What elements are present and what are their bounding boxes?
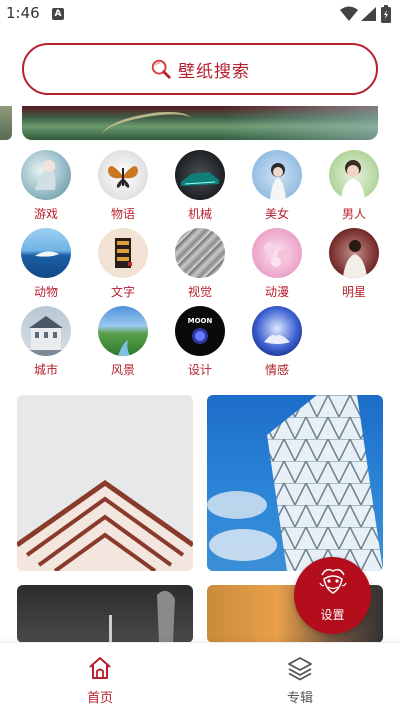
status-time: 1:46: [6, 4, 40, 22]
nav-home[interactable]: 首页: [60, 655, 140, 706]
status-bar: 1:46 A: [0, 0, 400, 28]
category-anime[interactable]: 动漫: [247, 228, 307, 300]
category-label: 游戏: [33, 207, 58, 221]
calligraphy-thumb: [98, 228, 148, 278]
banner-carousel[interactable]: [0, 106, 400, 140]
category-label: 美女: [264, 207, 289, 221]
category-scenery[interactable]: 风景: [93, 306, 153, 378]
search-label: 壁纸搜索: [178, 61, 250, 82]
category-label: 城市: [33, 363, 58, 377]
category-label: 动漫: [264, 285, 289, 299]
category-machinery[interactable]: 机械: [170, 150, 230, 222]
category-label: 机械: [187, 207, 212, 221]
landscape-thumb: [98, 306, 148, 356]
category-visual[interactable]: 视觉: [170, 228, 230, 300]
bottom-nav: 首页 专辑: [0, 642, 400, 712]
category-celebrity[interactable]: 明星: [324, 228, 384, 300]
butterfly-thumb: [98, 150, 148, 200]
category-men[interactable]: 男人: [324, 150, 384, 222]
home-icon: [89, 657, 111, 679]
wallpaper-card[interactable]: [17, 395, 193, 571]
abstract-thumb: [175, 228, 225, 278]
design-thumb-text: MOON: [188, 317, 213, 325]
category-label: 男人: [341, 207, 366, 221]
dragon-icon: [319, 568, 347, 594]
girl-umbrella-thumb: [252, 150, 302, 200]
battery-icon: [381, 5, 391, 23]
category-label: 物语: [110, 207, 135, 221]
category-label: 设计: [187, 363, 212, 377]
category-emotion[interactable]: 情感: [247, 306, 307, 378]
category-story[interactable]: 物语: [93, 150, 153, 222]
category-city[interactable]: 城市: [16, 306, 76, 378]
category-label: 风景: [110, 363, 135, 377]
category-label: 文字: [110, 285, 135, 299]
wifi-icon: [340, 6, 358, 21]
category-label: 明星: [341, 285, 366, 299]
search-button[interactable]: 壁纸搜索: [22, 43, 378, 95]
star-thumb: [329, 228, 379, 278]
wallpaper-card[interactable]: [17, 585, 193, 643]
man-thumb: [329, 150, 379, 200]
banner-image[interactable]: [22, 106, 378, 140]
category-design[interactable]: MOON 设计: [170, 306, 230, 378]
nav-albums-label: 专辑: [286, 691, 313, 706]
flower-thumb: [252, 228, 302, 278]
category-label: 情感: [264, 363, 289, 377]
settings-button[interactable]: 设置: [294, 557, 371, 634]
building-thumb: [21, 306, 71, 356]
nav-home-label: 首页: [86, 691, 113, 706]
category-label: 动物: [33, 285, 58, 299]
category-game[interactable]: 游戏: [16, 150, 76, 222]
banner-prev-image[interactable]: [0, 106, 12, 140]
car-thumb: [175, 150, 225, 200]
search-icon: [151, 59, 171, 79]
whale-thumb: [21, 228, 71, 278]
notification-app-icon: A: [52, 8, 64, 20]
category-text[interactable]: 文字: [93, 228, 153, 300]
category-animals[interactable]: 动物: [16, 228, 76, 300]
category-beauty[interactable]: 美女: [247, 150, 307, 222]
signal-icon: [361, 7, 376, 21]
nav-albums[interactable]: 专辑: [260, 655, 340, 706]
category-label: 视觉: [187, 285, 212, 299]
game-thumb: [21, 150, 71, 200]
wallpaper-card[interactable]: [207, 395, 383, 571]
settings-label: 设置: [320, 608, 345, 622]
hands-light-thumb: [252, 306, 302, 356]
moon-poster-thumb: MOON: [175, 306, 225, 356]
layers-icon: [288, 657, 312, 681]
